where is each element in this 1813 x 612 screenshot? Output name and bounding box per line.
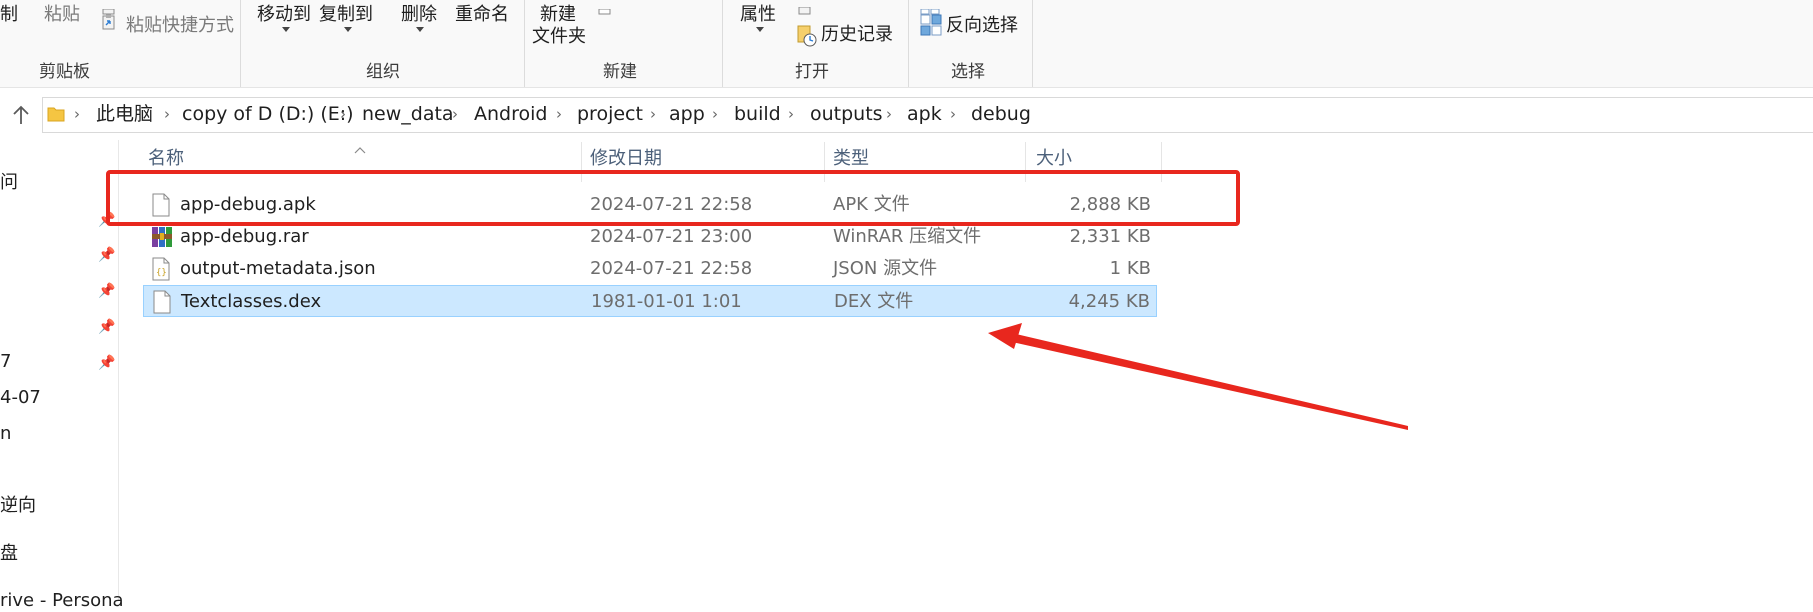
annotation-arrow-head — [988, 323, 1022, 349]
annotation-arrow — [988, 323, 1408, 430]
annotation-arrow-shaft — [1012, 334, 1408, 430]
